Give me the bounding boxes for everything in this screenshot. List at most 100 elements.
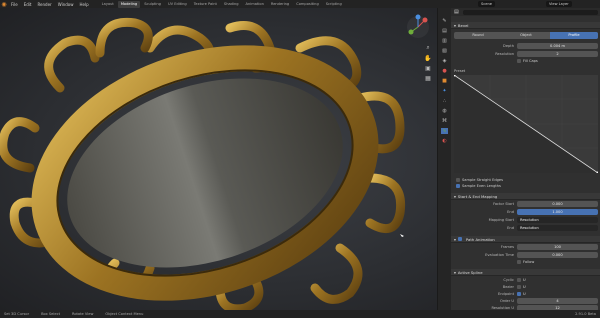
endpoint-label: Endpoint: [498, 291, 514, 296]
bevel-mode-selector: Round Object Profile: [454, 32, 598, 39]
order-field[interactable]: 4: [517, 297, 598, 304]
bezier-checkbox[interactable]: [517, 284, 521, 289]
mirror-render: [0, 17, 406, 310]
view-layer-selector[interactable]: View Layer: [546, 1, 572, 7]
menu-file[interactable]: File: [11, 2, 18, 7]
mapping-start-row: Mapping Start Resolution: [451, 216, 600, 224]
chevron-down-icon: ▾: [454, 22, 456, 28]
material-icon[interactable]: ◐: [442, 138, 446, 144]
properties-content: ▤ ▾ Bevel Round Object Profile Depth 0.0…: [451, 8, 600, 316]
cyclic-checkbox[interactable]: [517, 277, 521, 282]
bevel-section-header[interactable]: ▾ Bevel: [451, 22, 600, 29]
constraints-icon[interactable]: ⌘: [442, 118, 447, 124]
tab-modeling[interactable]: Modeling: [117, 0, 141, 8]
navigation-gizmo[interactable]: [405, 14, 431, 40]
bevel-mode-round[interactable]: Round: [454, 32, 502, 39]
eval-time-field[interactable]: 0.000: [517, 252, 598, 258]
curve-data-icon[interactable]: ∿: [441, 128, 448, 134]
bezier-label: Bezier: [502, 284, 514, 289]
active-spline-header[interactable]: ▾ Active Spline: [451, 269, 600, 276]
fill-caps-checkbox[interactable]: [517, 59, 521, 63]
tab-rendering[interactable]: Rendering: [268, 1, 292, 8]
output-icon[interactable]: ▥: [442, 38, 447, 44]
start-end-section-header[interactable]: ▾ Start & End Mapping: [451, 193, 600, 200]
endpoint-checkbox[interactable]: [517, 291, 521, 296]
physics-icon[interactable]: ◍: [442, 108, 446, 114]
mapping-start-label: Mapping Start: [488, 218, 514, 222]
bevel-mode-profile[interactable]: Profile: [550, 32, 598, 39]
top-bar: ◉ File Edit Render Window Help Layout Mo…: [0, 0, 600, 8]
tab-compositing[interactable]: Compositing: [293, 1, 322, 8]
sample-straight-label: Sample Straight Edges: [462, 178, 504, 182]
depth-row: Depth 0.004 m: [451, 42, 600, 50]
mouse-cursor-icon: [400, 234, 404, 237]
preset-row: Preset: [451, 67, 600, 75]
properties-search[interactable]: [462, 9, 598, 15]
cyclic-row: Cyclic U: [451, 276, 600, 283]
sample-straight-checkbox[interactable]: [456, 178, 460, 182]
zoom-icon[interactable]: ⌕: [426, 44, 429, 52]
active-spline-title: Active Spline: [457, 269, 483, 275]
mapping-end-dropdown[interactable]: Resolution: [517, 225, 598, 231]
grid-icon[interactable]: ▦: [425, 75, 431, 82]
follow-checkbox[interactable]: [517, 260, 521, 264]
path-animation-checkbox[interactable]: [457, 237, 462, 241]
tab-scripting[interactable]: Scripting: [323, 1, 345, 8]
tool-icon[interactable]: ✎: [442, 18, 446, 24]
render-icon[interactable]: ▤: [442, 28, 447, 34]
scene-label: Scene: [481, 2, 492, 6]
mapping-end-label: End: [507, 226, 514, 230]
frames-row: Frames 100: [451, 243, 600, 251]
menu-help[interactable]: Help: [79, 2, 88, 7]
status-hint-mid: Box Select: [41, 312, 60, 316]
chevron-down-icon: ▾: [454, 269, 456, 275]
order-label: Order U: [500, 298, 514, 303]
factor-start-label: Factor Start: [493, 202, 514, 206]
scene-icon[interactable]: ◈: [443, 58, 447, 64]
particles-icon[interactable]: ∴: [443, 98, 446, 104]
depth-label: Depth: [503, 44, 514, 48]
path-animation-title: Path Animation: [465, 236, 495, 242]
follow-row[interactable]: Follow: [451, 259, 600, 265]
tab-layout[interactable]: Layout: [99, 1, 117, 8]
bevel-title: Bevel: [457, 22, 469, 28]
cyclic-u-label: U: [523, 277, 526, 282]
sample-even-checkbox[interactable]: [456, 184, 460, 188]
order-row: Order U 4: [451, 297, 600, 304]
resolution-field[interactable]: 2: [517, 51, 598, 57]
fill-caps-row[interactable]: Fill Caps: [451, 58, 600, 64]
frames-field[interactable]: 100: [517, 244, 598, 250]
tab-sculpting[interactable]: Sculpting: [141, 1, 164, 8]
factor-start-field[interactable]: 0.000: [517, 201, 598, 207]
3d-viewport[interactable]: ⌕ ✋ ▣ ▦: [0, 8, 437, 310]
pan-hand-icon[interactable]: ✋: [424, 55, 431, 62]
blender-logo-icon[interactable]: ◉: [0, 0, 8, 8]
tab-shading[interactable]: Shading: [221, 1, 242, 8]
sample-even-row[interactable]: Sample Even Lengths: [451, 183, 600, 189]
menu-window[interactable]: Window: [58, 2, 74, 7]
menu-edit[interactable]: Edit: [24, 2, 32, 7]
camera-icon[interactable]: ▣: [425, 65, 431, 72]
scene-selector[interactable]: Scene: [478, 1, 495, 7]
properties-header: ▤: [451, 8, 600, 16]
follow-label: Follow: [523, 260, 535, 264]
mapping-start-dropdown[interactable]: Resolution: [517, 217, 598, 223]
object-icon[interactable]: ■: [442, 78, 447, 84]
modifier-icon[interactable]: ✦: [442, 88, 446, 94]
profile-curve-widget[interactable]: [452, 73, 600, 175]
path-animation-header[interactable]: ▾ Path Animation: [451, 236, 600, 243]
status-bar: Set 3D Cursor Box Select Rotate View Obj…: [0, 310, 600, 318]
menu-render[interactable]: Render: [37, 2, 51, 7]
depth-field[interactable]: 0.004 m: [517, 43, 598, 49]
tab-texture-paint[interactable]: Texture Paint: [191, 1, 220, 8]
start-end-title: Start & End Mapping: [457, 193, 498, 199]
bevel-mode-object[interactable]: Object: [502, 32, 550, 39]
factor-end-field[interactable]: 1.000: [517, 209, 598, 215]
view-layer-icon[interactable]: ▧: [442, 48, 447, 54]
tab-uv-editing[interactable]: UV Editing: [165, 1, 190, 8]
viewport-tools: ⌕ ✋ ▣ ▦: [423, 44, 433, 90]
status-hint-right: Rotate View: [71, 312, 94, 316]
editor-type-icon[interactable]: ▤: [454, 9, 459, 15]
tab-animation[interactable]: Animation: [243, 1, 267, 8]
world-icon[interactable]: ●: [442, 68, 446, 74]
